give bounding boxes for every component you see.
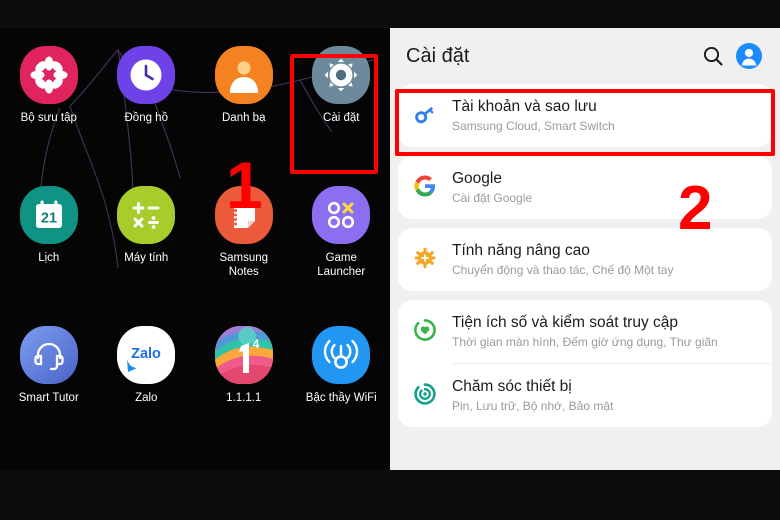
- app-warp[interactable]: 4 1.1.1.1: [195, 326, 293, 466]
- screenshot-root: Bộ sưu tập Đồng hồ Danh bạ Cài đặt 21 Lị…: [0, 0, 780, 520]
- settings-item-advanced-features[interactable]: Tính năng nâng cao Chuyển động và thao t…: [398, 228, 772, 291]
- settings-item-title: Chăm sóc thiết bị: [452, 378, 572, 395]
- app-wifi-master[interactable]: Bậc thầy WiFi: [293, 326, 391, 466]
- app-label: Lịch: [38, 252, 60, 264]
- gallery-icon: [19, 46, 78, 104]
- settings-item-subtitle: Pin, Lưu trữ, Bộ nhớ, Bảo mật: [452, 399, 614, 413]
- app-label: Game Launcher: [317, 252, 366, 278]
- app-label: Máy tính: [124, 252, 169, 264]
- warp-icon: 4: [214, 326, 273, 384]
- settings-panel: Cài đặt Tài khoản và sao lưu Samsung Clo…: [390, 28, 780, 470]
- notes-icon: [214, 186, 273, 244]
- calendar-day-text: 21: [41, 211, 57, 227]
- app-label: Smart Tutor: [18, 392, 79, 404]
- calculator-icon: [117, 186, 176, 244]
- app-label: Danh bạ: [222, 112, 266, 124]
- key-icon: [412, 101, 438, 127]
- app-label: 1.1.1.1: [226, 392, 262, 404]
- calendar-icon: 21: [19, 186, 78, 244]
- app-grid: Bộ sưu tập Đồng hồ Danh bạ Cài đặt 21 Lị…: [0, 28, 390, 470]
- app-calculator[interactable]: Máy tính: [98, 186, 196, 326]
- settings-item-title: Tài khoản và sao lưu: [452, 98, 597, 115]
- app-label: Cài đặt: [323, 112, 360, 124]
- zalo-icon: Zalo: [117, 326, 176, 384]
- app-label: Zalo: [135, 392, 158, 404]
- app-game-launcher[interactable]: Game Launcher: [293, 186, 391, 326]
- settings-item-subtitle: Samsung Cloud, Smart Switch: [452, 119, 615, 133]
- headset-icon: [19, 326, 78, 384]
- advanced-features-icon: [412, 245, 438, 271]
- game-launcher-icon: [312, 186, 371, 244]
- page-title: Cài đặt: [406, 44, 470, 67]
- settings-item-title: Tiện ích số và kiểm soát truy cập: [452, 314, 678, 331]
- app-gallery[interactable]: Bộ sưu tập: [0, 46, 98, 186]
- clock-icon: [117, 46, 176, 104]
- app-samsung-notes[interactable]: Samsung Notes: [195, 186, 293, 326]
- settings-card-advanced: Tính năng nâng cao Chuyển động và thao t…: [398, 228, 772, 291]
- settings-item-subtitle: Chuyển động và thao tác, Chế độ Một tay: [452, 263, 674, 277]
- app-contacts[interactable]: Danh bạ: [195, 46, 293, 186]
- app-clock[interactable]: Đồng hồ: [98, 46, 196, 186]
- settings-item-accounts[interactable]: Tài khoản và sao lưu Samsung Cloud, Smar…: [398, 84, 772, 147]
- settings-item-device-care[interactable]: Chăm sóc thiết bị Pin, Lưu trữ, Bộ nhớ, …: [398, 364, 772, 427]
- google-g-icon: [412, 173, 438, 199]
- wifi-master-icon: [312, 326, 371, 384]
- app-calendar[interactable]: 21 Lịch: [0, 186, 98, 326]
- contacts-icon: [214, 46, 273, 104]
- device-care-icon: [412, 381, 438, 407]
- app-label: Bậc thầy WiFi: [305, 392, 377, 404]
- home-screen-panel: Bộ sưu tập Đồng hồ Danh bạ Cài đặt 21 Lị…: [0, 28, 390, 470]
- settings-item-google[interactable]: Google Cài đặt Google: [398, 156, 772, 219]
- app-settings[interactable]: Cài đặt: [293, 46, 391, 186]
- app-label: Bộ sưu tập: [20, 112, 77, 124]
- settings-gear-icon: [312, 46, 371, 104]
- settings-item-subtitle: Thời gian màn hình, Đếm giờ ứng dụng, Th…: [452, 335, 718, 349]
- app-label: Samsung Notes: [219, 252, 269, 278]
- app-zalo[interactable]: Zalo Zalo: [98, 326, 196, 466]
- zalo-wordmark: Zalo: [131, 346, 161, 362]
- warp-exponent-text: 4: [252, 337, 259, 351]
- settings-item-digital-wellbeing[interactable]: Tiện ích số và kiểm soát truy cập Thời g…: [398, 300, 772, 363]
- app-label: Đồng hồ: [124, 112, 168, 124]
- settings-item-subtitle: Cài đặt Google: [452, 191, 533, 205]
- digital-wellbeing-icon: [412, 317, 438, 343]
- settings-item-title: Tính năng nâng cao: [452, 242, 590, 259]
- settings-header: Cài đặt: [390, 28, 780, 84]
- search-icon[interactable]: [698, 41, 728, 71]
- app-smart-tutor[interactable]: Smart Tutor: [0, 326, 98, 466]
- settings-card-google: Google Cài đặt Google: [398, 156, 772, 219]
- account-avatar-icon[interactable]: [734, 41, 764, 71]
- settings-card-accounts: Tài khoản và sao lưu Samsung Cloud, Smar…: [398, 84, 772, 147]
- settings-card-wellbeing: Tiện ích số và kiểm soát truy cập Thời g…: [398, 300, 772, 427]
- settings-item-title: Google: [452, 170, 502, 187]
